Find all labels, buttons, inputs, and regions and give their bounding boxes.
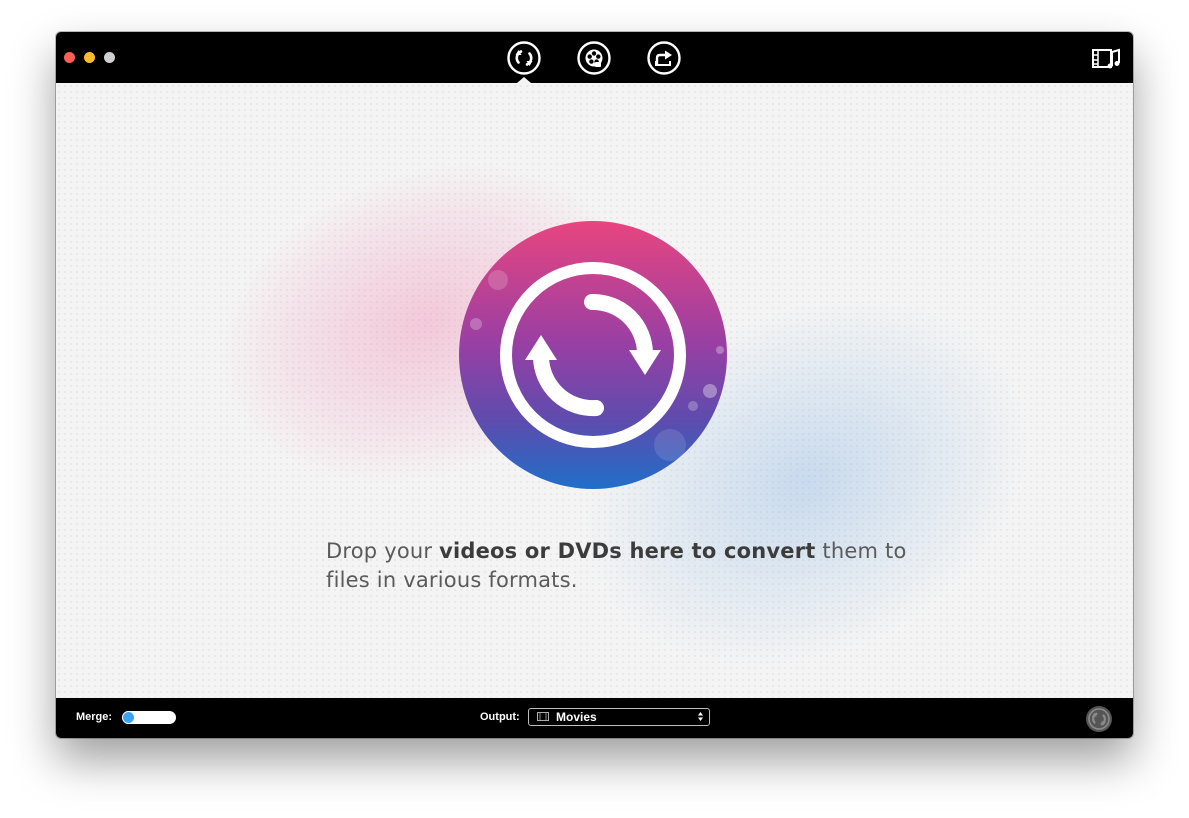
minimize-window-button[interactable]	[84, 52, 95, 63]
film-reel-icon	[577, 41, 611, 75]
output-select[interactable]: Movies	[528, 708, 710, 726]
drop-instructions: Drop your videos or DVDs here to convert…	[326, 537, 926, 595]
output-value: Movies	[556, 710, 597, 724]
merge-label: Merge:	[76, 711, 113, 723]
share-arrow-icon	[647, 41, 681, 75]
chevron-up-down-icon	[698, 712, 703, 721]
drop-text-start: Drop your	[326, 539, 440, 563]
convert-arrows-icon	[459, 221, 727, 489]
movies-folder-icon	[537, 712, 549, 721]
media-browser-button[interactable]	[1091, 46, 1121, 72]
convert-tool-button[interactable]	[507, 41, 541, 75]
zoom-window-button[interactable]	[104, 52, 115, 63]
drop-zone[interactable]: Drop your videos or DVDs here to convert…	[56, 83, 1133, 698]
output-label: Output:	[480, 711, 520, 723]
app-window: Drop your videos or DVDs here to convert…	[56, 32, 1133, 738]
title-bar	[56, 32, 1133, 83]
bottom-bar: Merge: Output: Movies	[56, 698, 1133, 738]
merge-toggle[interactable]	[122, 711, 176, 724]
start-convert-button[interactable]	[1085, 705, 1113, 733]
film-music-icon	[1092, 48, 1120, 69]
drop-text-emphasis: videos or DVDs here to convert	[439, 539, 816, 563]
convert-arrows-icon	[1086, 706, 1112, 732]
share-tool-button[interactable]	[647, 41, 681, 75]
burn-tool-button[interactable]	[577, 41, 611, 75]
close-window-button[interactable]	[64, 52, 75, 63]
convert-arrows-icon	[507, 41, 541, 75]
merge-toggle-knob	[123, 712, 134, 723]
